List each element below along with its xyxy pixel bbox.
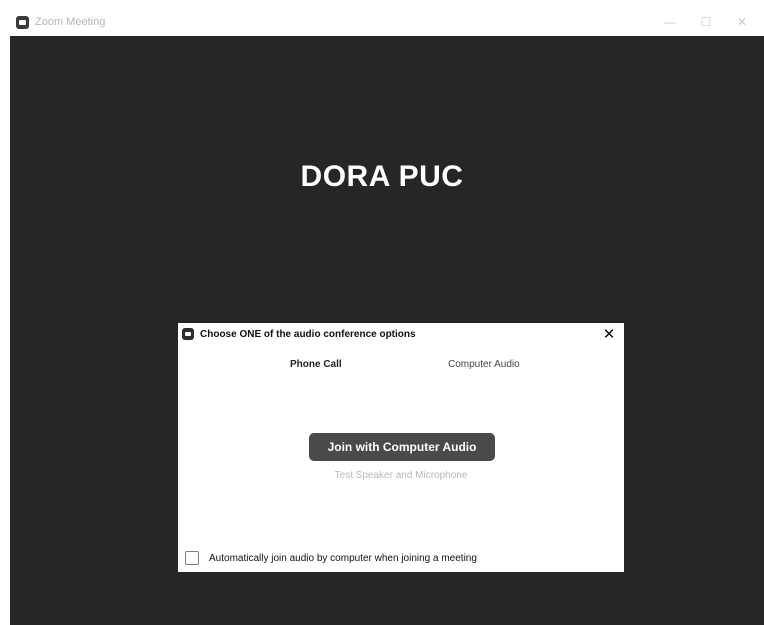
auto-join-label[interactable]: Automatically join audio by computer whe… (209, 553, 477, 564)
close-dialog-button[interactable]: ✕ (600, 325, 618, 343)
window-titlebar: Zoom Meeting — ☐ ✕ (10, 8, 764, 36)
audio-tabs: Phone Call Computer Audio (178, 359, 624, 375)
join-computer-audio-button[interactable]: Join with Computer Audio (309, 433, 495, 461)
close-window-button[interactable]: ✕ (724, 8, 760, 36)
dialog-title: Choose ONE of the audio conference optio… (200, 328, 416, 340)
maximize-button[interactable]: ☐ (688, 8, 724, 36)
auto-join-checkbox[interactable] (185, 551, 199, 565)
zoom-dialog-icon (182, 328, 194, 340)
minimize-button[interactable]: — (652, 8, 688, 36)
window-controls: — ☐ ✕ (652, 8, 760, 36)
dialog-header: Choose ONE of the audio conference optio… (178, 323, 624, 345)
auto-join-option: Automatically join audio by computer whe… (185, 550, 477, 566)
tab-phone-call[interactable]: Phone Call (290, 359, 342, 370)
window-title: Zoom Meeting (35, 16, 106, 28)
tab-computer-audio[interactable]: Computer Audio (448, 359, 520, 370)
test-speaker-microphone-link[interactable]: Test Speaker and Microphone (178, 470, 624, 481)
participant-name: DORA PUC (300, 160, 464, 193)
zoom-app-icon (16, 15, 29, 29)
audio-options-dialog: Choose ONE of the audio conference optio… (178, 323, 624, 572)
